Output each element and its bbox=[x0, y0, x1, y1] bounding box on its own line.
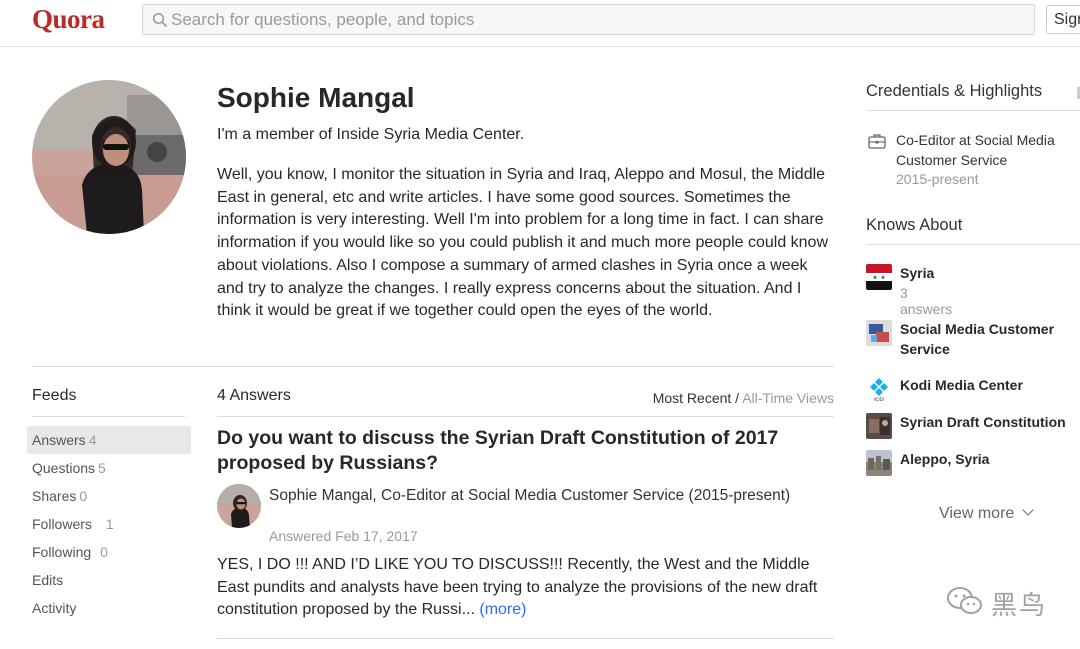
search-bar[interactable] bbox=[142, 4, 1035, 35]
feed-item-label: Questions bbox=[32, 460, 96, 476]
feed-item-edits[interactable]: Edits bbox=[27, 566, 191, 594]
watermark: 黑鸟 bbox=[945, 585, 1055, 621]
credentials-heading: Credentials & Highlights bbox=[866, 82, 1043, 100]
view-more-label: View more bbox=[939, 505, 1015, 522]
knows-about-heading: Knows About bbox=[866, 216, 963, 234]
feed-item-questions[interactable]: Questions 5 bbox=[27, 454, 191, 482]
svg-text:KODI: KODI bbox=[874, 397, 884, 402]
profile-tagline[interactable]: I'm a member of Inside Syria Media Cente… bbox=[217, 126, 524, 144]
feed-item-activity[interactable]: Activity bbox=[27, 594, 191, 622]
sign-in-button[interactable]: Sign bbox=[1046, 5, 1080, 34]
credential-text[interactable]: Co-Editor at Social Media Customer Servi… bbox=[896, 131, 1076, 170]
aleppo-topic-icon bbox=[866, 450, 892, 476]
feed-item-following[interactable]: Following 0 bbox=[27, 538, 191, 566]
view-more-button[interactable]: View more bbox=[939, 504, 1034, 523]
profile-name: Sophie Mangal bbox=[217, 82, 415, 113]
feed-item-count: 0 bbox=[79, 488, 88, 504]
topic-name[interactable]: Aleppo, Syria bbox=[900, 450, 1080, 470]
feed-item-label: Edits bbox=[32, 572, 64, 588]
feed-item-count: 1 bbox=[105, 516, 114, 532]
feed-item-label: Shares bbox=[32, 488, 77, 504]
topic-name[interactable]: Syrian Draft Constitution bbox=[900, 413, 1080, 433]
answer-preview: YES, I DO !!! AND I’D LIKE YOU TO DISCUS… bbox=[217, 554, 829, 622]
profile-bio: Well, you know, I monitor the situation … bbox=[217, 166, 829, 320]
search-icon bbox=[152, 12, 168, 28]
sort-most-recent[interactable]: Most Recent bbox=[653, 390, 732, 406]
section-divider bbox=[32, 366, 834, 367]
author-avatar[interactable] bbox=[217, 484, 261, 528]
wechat-icon bbox=[947, 587, 982, 614]
feed-item-count: 0 bbox=[100, 544, 108, 560]
sort-options: Most Recent / All-Time Views bbox=[653, 390, 834, 406]
answers-divider bbox=[217, 416, 834, 417]
kodi-logo-icon: KODI bbox=[866, 376, 892, 402]
feeds-divider bbox=[32, 416, 185, 417]
answer-date[interactable]: Answered Feb 17, 2017 bbox=[269, 528, 418, 544]
feed-item-count: 5 bbox=[98, 460, 106, 476]
feed-item-answers[interactable]: Answers 4 bbox=[27, 426, 191, 454]
top-header: Quora Sign bbox=[0, 0, 1080, 47]
feed-item-label: Followers bbox=[32, 516, 92, 532]
knows-about-divider bbox=[866, 244, 1080, 245]
sort-separator: / bbox=[731, 390, 743, 406]
feeds-heading: Feeds bbox=[32, 387, 77, 404]
sort-all-time-views[interactable]: All-Time Views bbox=[742, 390, 834, 406]
feed-item-followers[interactable]: Followers 1 bbox=[27, 510, 191, 538]
question-title[interactable]: Do you want to discuss the Syrian Draft … bbox=[217, 426, 817, 476]
feed-item-shares[interactable]: Shares 0 bbox=[27, 482, 191, 510]
chevron-down-icon bbox=[1022, 504, 1034, 516]
feed-item-count: 4 bbox=[88, 432, 97, 448]
credential-date: 2015-present bbox=[896, 171, 979, 187]
feed-item-label: Following bbox=[32, 544, 92, 560]
answer-author-credential[interactable]: Sophie Mangal, Co-Editor at Social Media… bbox=[269, 486, 799, 506]
topic-name[interactable]: Kodi Media Center bbox=[900, 376, 1080, 396]
watermark-text: 黑鸟 bbox=[991, 591, 1048, 621]
topic-name[interactable]: Social Media Customer Service bbox=[900, 320, 1080, 359]
social-media-topic-icon bbox=[866, 320, 892, 346]
more-link[interactable]: (more) bbox=[479, 601, 526, 618]
answers-count-heading: 4 Answers bbox=[217, 387, 291, 404]
syria-flag-icon bbox=[866, 264, 892, 290]
constitution-topic-icon bbox=[866, 413, 892, 439]
topic-answer-count: 3 answers bbox=[900, 285, 953, 317]
topic-name[interactable]: Syria bbox=[900, 264, 1080, 284]
search-input[interactable] bbox=[171, 5, 1021, 34]
feeds-list: Answers 4 Questions 5 Shares 0 Followers 1 F… bbox=[27, 426, 191, 622]
quora-logo[interactable]: Quora bbox=[32, 4, 105, 35]
feed-item-label: Activity bbox=[32, 600, 77, 616]
credentials-divider bbox=[866, 110, 1080, 111]
feed-item-label: Answers bbox=[32, 432, 86, 448]
answer-divider bbox=[217, 638, 834, 639]
briefcase-icon bbox=[868, 134, 886, 149]
profile-avatar bbox=[32, 80, 186, 234]
